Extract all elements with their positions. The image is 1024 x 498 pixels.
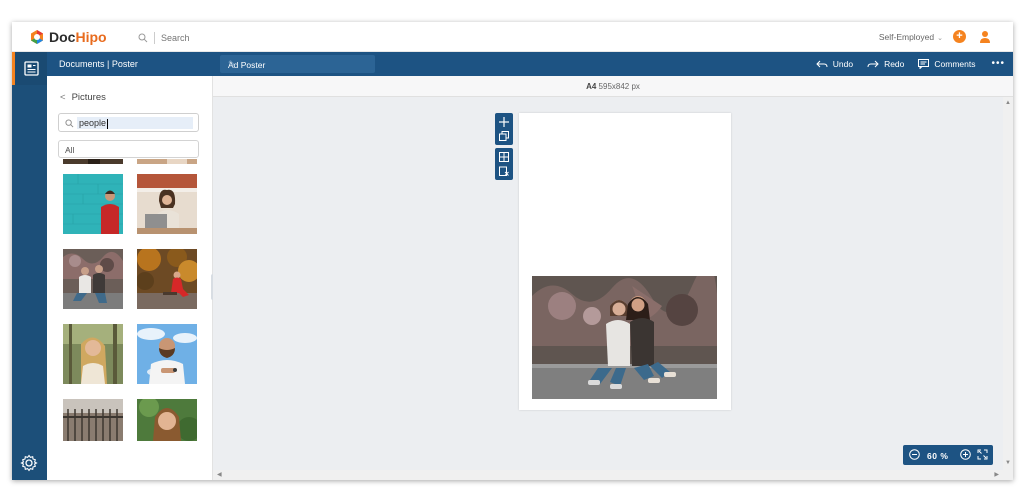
settings-gear-icon[interactable] <box>20 454 38 472</box>
redo-label: Redo <box>884 58 905 69</box>
chevron-left-icon: < <box>60 92 66 103</box>
editor-header: Documents | Poster Ad Poster ✎ Undo Redo… <box>47 52 1013 76</box>
search-icon <box>65 119 74 128</box>
add-button[interactable]: + <box>953 30 966 43</box>
horizontal-scrollbar[interactable]: ◀ ▶ <box>213 470 1003 480</box>
page-size-bar: A4 595x842 px <box>213 76 1013 97</box>
page-format: A4 <box>586 82 597 91</box>
scroll-right-icon[interactable]: ▶ <box>994 471 999 478</box>
canvas-area: A4 595x842 px 60 % ▲ ▼ ◀ ▶ <box>213 76 1013 480</box>
zoom-number: 60 <box>927 451 938 461</box>
comments-label: Comments <box>934 58 976 69</box>
account-dropdown[interactable]: Self-Employed ⌄ <box>879 32 943 42</box>
breadcrumb[interactable]: Documents | Poster <box>59 59 138 69</box>
picture-thumbnail-man-smiling-sky[interactable] <box>137 324 197 384</box>
comments-button[interactable]: Comments <box>918 58 976 69</box>
redo-icon <box>867 60 879 67</box>
undo-icon <box>816 60 828 67</box>
poster-photo-friends-graffiti[interactable] <box>532 276 717 399</box>
plus-icon <box>499 117 509 127</box>
rail-item-documents[interactable] <box>12 52 47 85</box>
picture-thumbnail-man-teal-wall[interactable] <box>63 174 123 234</box>
copy-icon <box>499 131 509 141</box>
duplicate-page-button[interactable] <box>495 129 513 143</box>
picture-filter-select[interactable]: All ⌄ <box>58 140 199 158</box>
undo-label: Undo <box>832 58 854 69</box>
picture-thumbnail-woman-red-autumn[interactable] <box>137 249 197 309</box>
picture-thumbnail-woman-smiling-trees[interactable] <box>63 324 123 384</box>
global-search[interactable] <box>138 31 261 44</box>
picture-thumbnail[interactable] <box>63 159 123 164</box>
top-bar: DocHipo Self-Employed⌄ + <box>12 22 1013 52</box>
zoom-control: 60 % <box>903 445 993 465</box>
more-options-button[interactable]: ••• <box>991 58 1005 69</box>
picture-search-field[interactable]: people <box>58 113 199 132</box>
picture-thumbnail-friends-graffiti[interactable] <box>63 249 123 309</box>
page-tools <box>495 113 513 183</box>
comment-icon <box>918 58 930 69</box>
grid-button[interactable] <box>495 150 513 164</box>
user-icon[interactable] <box>979 30 991 44</box>
pictures-panel: < Pictures people All ⌄ <box>47 76 213 480</box>
account-label: Self-Employed <box>878 32 935 42</box>
search-icon <box>138 33 148 42</box>
picture-search-input[interactable]: people <box>77 117 193 129</box>
zoom-value: 60 % <box>927 451 948 461</box>
undo-button[interactable]: Undo <box>816 59 853 69</box>
picture-search-value: people <box>79 118 107 128</box>
redo-button[interactable]: Redo <box>867 59 904 69</box>
grid-icon <box>499 152 509 162</box>
header-actions: Undo Redo Comments ••• <box>802 58 1005 69</box>
global-search-input[interactable] <box>161 32 261 43</box>
page-tool-group-2 <box>495 148 513 180</box>
brand-name[interactable]: DocHipo <box>49 29 107 45</box>
picture-thumbnail-street-railings[interactable] <box>63 399 123 441</box>
page-delete-icon <box>499 166 509 176</box>
design-page[interactable] <box>519 113 731 410</box>
zoom-in-icon[interactable] <box>960 449 971 460</box>
search-divider <box>154 31 155 44</box>
document-name-field[interactable]: Ad Poster ✎ <box>220 55 375 73</box>
pencil-icon[interactable]: ✎ <box>228 59 369 70</box>
page-tool-group-1 <box>495 113 513 145</box>
picture-thumbnail[interactable] <box>137 159 197 164</box>
app-window: DocHipo Self-Employed⌄ + Documents | Pos… <box>12 22 1013 480</box>
left-rail <box>12 52 47 480</box>
vertical-scrollbar[interactable]: ▲ ▼ <box>1003 97 1013 480</box>
scroll-left-icon[interactable]: ◀ <box>217 471 222 478</box>
scroll-down-icon[interactable]: ▼ <box>1005 460 1011 466</box>
brand-name-part1: Doc <box>49 29 76 45</box>
zoom-unit: % <box>940 451 949 461</box>
panel-title: Pictures <box>71 92 106 103</box>
delete-page-button[interactable] <box>495 164 513 178</box>
page-dimensions: 595x842 px <box>598 82 640 91</box>
back-button[interactable]: < Pictures <box>60 92 106 103</box>
chevron-down-icon: ⌄ <box>937 35 943 42</box>
scroll-up-icon[interactable]: ▲ <box>1005 100 1011 106</box>
zoom-out-icon[interactable] <box>909 449 920 460</box>
brand-name-part2: Hipo <box>75 29 107 45</box>
add-page-button[interactable] <box>495 115 513 129</box>
picture-thumbnail-woman-laptop[interactable] <box>137 174 197 234</box>
chevron-down-icon: ⌄ <box>65 144 72 153</box>
text-caret <box>107 118 109 129</box>
picture-thumbnail-woman-smiling-portrait[interactable] <box>137 399 197 441</box>
fit-screen-icon[interactable] <box>977 449 988 460</box>
document-list-icon <box>23 61 39 76</box>
dochipo-logo-icon <box>31 30 43 44</box>
